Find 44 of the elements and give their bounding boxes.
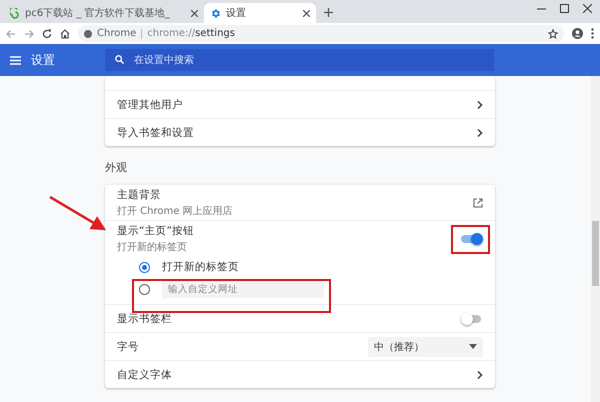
search-field[interactable]: 在设置中搜索 <box>105 49 494 71</box>
external-link-icon[interactable] <box>473 198 483 208</box>
browser-tab[interactable]: 设置 <box>204 3 316 23</box>
star-icon[interactable] <box>548 28 558 38</box>
section-title: 外观 <box>105 160 128 176</box>
chevron-right-icon <box>477 128 483 136</box>
setting-description: 打开 Chrome 网上应用店 <box>117 204 234 218</box>
new-tab-icon[interactable] <box>324 8 333 17</box>
home-icon[interactable] <box>60 28 70 38</box>
close-icon[interactable] <box>191 10 198 16</box>
setting-description: 打开新的标签页 <box>117 240 188 254</box>
site-icon <box>10 8 20 18</box>
setting-label: 主题背景 <box>117 188 162 202</box>
radio-label: 打开新的标签页 <box>162 260 239 274</box>
caret-down-icon <box>469 344 477 349</box>
setting-label: 显示书签栏 <box>117 312 173 326</box>
settings-icon <box>210 8 221 18</box>
chevron-right-icon <box>477 100 483 108</box>
menu-icon[interactable] <box>10 56 21 64</box>
scrollbar[interactable] <box>591 76 600 402</box>
address-bar[interactable]: Chrome chrome://settings <box>78 25 564 42</box>
menu-icon[interactable] <box>591 28 594 39</box>
url-input-field[interactable]: 输入自定义网址 <box>162 280 324 298</box>
maximize-icon[interactable] <box>560 4 569 13</box>
toggle-switch[interactable] <box>461 312 483 324</box>
settings-row[interactable]: 管理其他用户 <box>105 90 495 118</box>
font-size-dropdown[interactable]: 中（推荐） <box>368 336 483 356</box>
profile-icon[interactable] <box>572 28 583 39</box>
annotation-arrow <box>49 196 106 230</box>
page-title: 设置 <box>31 52 55 68</box>
info-icon[interactable] <box>84 30 92 38</box>
radio-button[interactable] <box>139 262 150 272</box>
close-icon[interactable] <box>303 10 310 16</box>
settings-row[interactable]: 导入书签和设置 <box>105 118 495 146</box>
setting-label: 字号 <box>117 340 140 354</box>
radio-button[interactable] <box>139 284 150 294</box>
chevron-right-icon <box>477 370 483 378</box>
setting-label: 自定义字体 <box>117 368 173 382</box>
highlight-frame <box>451 225 490 254</box>
toggle-switch[interactable] <box>461 232 483 244</box>
reload-icon[interactable] <box>42 28 52 38</box>
setting-label: 显示“主页”按钮 <box>117 224 195 238</box>
browser-tab[interactable]: pc6下载站 _ 官方软件下载基地_ <box>4 3 204 23</box>
close-icon[interactable] <box>583 4 592 13</box>
